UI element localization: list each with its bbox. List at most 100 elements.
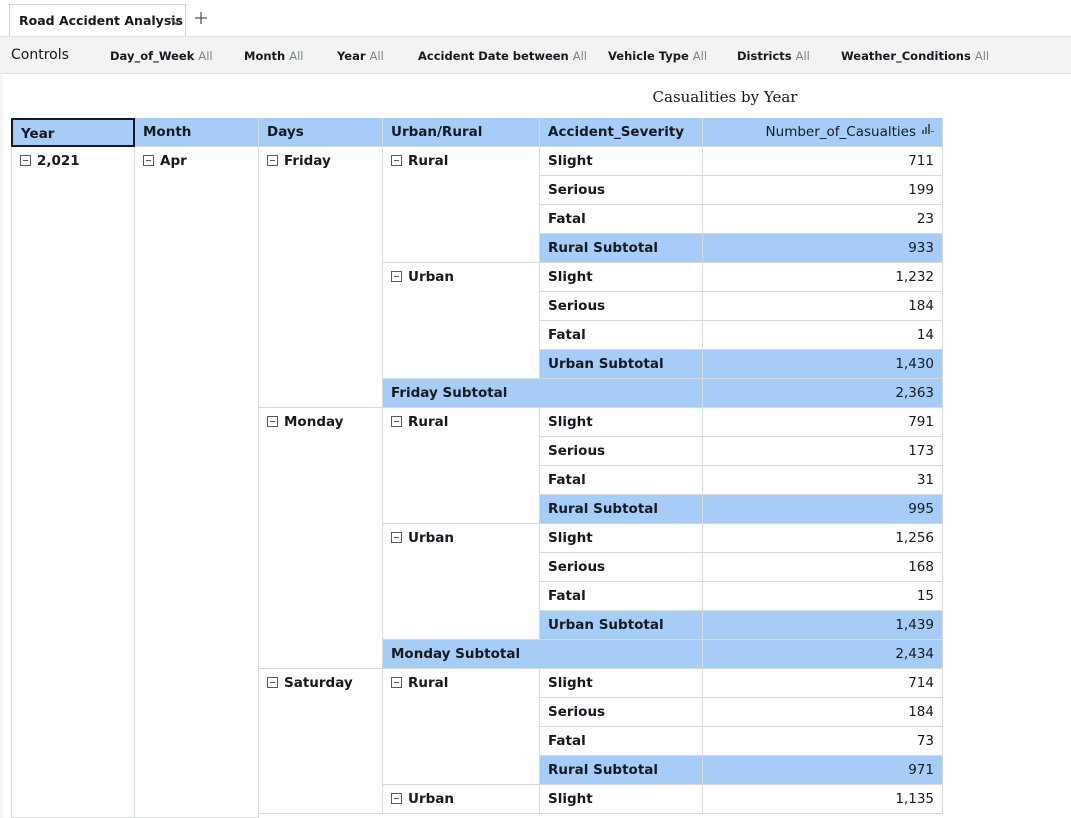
urban-rural-cell[interactable]: Rural: [383, 408, 540, 524]
collapse-icon[interactable]: [391, 416, 402, 427]
sheet-tab-bar: Road Accident Analysis: [0, 0, 1071, 36]
casualties-value-cell[interactable]: 173: [703, 437, 943, 466]
casualties-value-cell[interactable]: 15: [703, 582, 943, 611]
casualties-value-cell[interactable]: 1,256: [703, 524, 943, 553]
urban-rural-cell-text: Urban: [408, 269, 455, 285]
control-name: Districts: [737, 49, 792, 63]
month-cell[interactable]: Apr: [135, 147, 259, 818]
casualties-value-cell-text: 184: [908, 298, 934, 314]
control-name: Weather_Conditions: [841, 49, 971, 63]
collapse-icon[interactable]: [267, 677, 278, 688]
urban-rural-cell[interactable]: Urban: [383, 785, 540, 814]
collapse-icon[interactable]: [391, 793, 402, 804]
collapse-icon[interactable]: [267, 155, 278, 166]
casualties-value-cell[interactable]: 31: [703, 466, 943, 495]
severity-cell-text: Serious: [548, 704, 606, 720]
area-subtotal-label-text: Urban Subtotal: [548, 617, 664, 633]
collapse-icon[interactable]: [391, 677, 402, 688]
severity-cell[interactable]: Serious: [540, 176, 703, 205]
casualties-value-cell-text: 791: [908, 414, 934, 430]
collapse-icon[interactable]: [20, 155, 31, 166]
severity-cell[interactable]: Slight: [540, 785, 703, 814]
month-cell-text: Apr: [160, 153, 187, 169]
collapse-icon[interactable]: [267, 416, 278, 427]
control-name: Day_of_Week: [110, 49, 195, 63]
severity-cell[interactable]: Slight: [540, 263, 703, 292]
severity-cell[interactable]: Serious: [540, 553, 703, 582]
casualties-value-cell[interactable]: 23: [703, 205, 943, 234]
severity-cell[interactable]: Fatal: [540, 582, 703, 611]
area-subtotal-label: Rural Subtotal: [540, 234, 703, 263]
casualties-value-cell[interactable]: 73: [703, 727, 943, 756]
column-header-days[interactable]: Days: [259, 118, 383, 147]
severity-cell[interactable]: Slight: [540, 669, 703, 698]
severity-cell[interactable]: Fatal: [540, 466, 703, 495]
casualties-value-cell[interactable]: 184: [703, 698, 943, 727]
sort-icon[interactable]: [922, 124, 934, 134]
casualties-value-cell[interactable]: 711: [703, 147, 943, 176]
control-vehicle-type[interactable]: Vehicle Type All: [608, 49, 707, 63]
add-sheet-icon[interactable]: [193, 10, 209, 26]
casualties-value-cell[interactable]: 14: [703, 321, 943, 350]
severity-cell[interactable]: Serious: [540, 698, 703, 727]
casualties-value-cell-text: 173: [908, 443, 934, 459]
severity-cell[interactable]: Slight: [540, 408, 703, 437]
casualties-value-cell[interactable]: 184: [703, 292, 943, 321]
day-cell[interactable]: Saturday: [259, 669, 383, 814]
urban-rural-cell[interactable]: Urban: [383, 524, 540, 640]
severity-cell[interactable]: Fatal: [540, 321, 703, 350]
area-subtotal-value-text: 1,439: [895, 617, 934, 633]
column-header-month-text: Month: [143, 124, 192, 140]
severity-cell-text: Slight: [548, 530, 593, 546]
column-header-accident-severity[interactable]: Accident_Severity: [540, 118, 703, 147]
casualties-value-cell[interactable]: 714: [703, 669, 943, 698]
collapse-icon[interactable]: [143, 155, 154, 166]
casualties-value-cell[interactable]: 791: [703, 408, 943, 437]
casualties-value-cell[interactable]: 199: [703, 176, 943, 205]
day-subtotal-value: 2,434: [703, 640, 943, 669]
severity-cell[interactable]: Serious: [540, 437, 703, 466]
control-value: All: [369, 49, 384, 63]
urban-rural-cell-text: Urban: [408, 791, 455, 807]
controls-title[interactable]: Controls: [11, 47, 69, 63]
severity-cell-text: Fatal: [548, 733, 586, 749]
urban-rural-cell-text: Rural: [408, 675, 449, 691]
column-header-month[interactable]: Month: [135, 118, 259, 147]
collapse-icon[interactable]: [391, 155, 402, 166]
casualties-value-cell[interactable]: 1,232: [703, 263, 943, 292]
severity-cell[interactable]: Fatal: [540, 205, 703, 234]
control-accident-date-between[interactable]: Accident Date between All: [418, 49, 587, 63]
severity-cell[interactable]: Slight: [540, 147, 703, 176]
casualties-value-cell[interactable]: 1,135: [703, 785, 943, 814]
severity-cell[interactable]: Serious: [540, 292, 703, 321]
area-subtotal-label: Urban Subtotal: [540, 611, 703, 640]
casualties-value-cell[interactable]: 168: [703, 553, 943, 582]
day-cell[interactable]: Friday: [259, 147, 383, 408]
column-header-year[interactable]: Year: [11, 118, 135, 147]
casualties-value-cell-text: 14: [916, 327, 934, 343]
urban-rural-cell[interactable]: Urban: [383, 263, 540, 379]
urban-rural-cell[interactable]: Rural: [383, 669, 540, 785]
severity-cell[interactable]: Slight: [540, 524, 703, 553]
control-weather-conditions[interactable]: Weather_Conditions All: [841, 49, 989, 63]
control-year[interactable]: Year All: [337, 49, 384, 63]
casualties-value-cell-text: 168: [908, 559, 934, 575]
collapse-icon[interactable]: [391, 532, 402, 543]
area-subtotal-value: 971: [703, 756, 943, 785]
control-month[interactable]: Month All: [244, 49, 303, 63]
day-cell[interactable]: Monday: [259, 408, 383, 669]
column-header-number-of-casualties[interactable]: Number_of_Casualties: [703, 118, 943, 147]
chevron-down-icon[interactable]: [168, 13, 184, 29]
control-value: All: [974, 49, 990, 63]
collapse-icon[interactable]: [391, 271, 402, 282]
year-cell[interactable]: 2,021: [11, 147, 135, 818]
severity-cell[interactable]: Fatal: [540, 727, 703, 756]
column-header-urban-rural[interactable]: Urban/Rural: [383, 118, 540, 147]
urban-rural-cell[interactable]: Rural: [383, 147, 540, 263]
urban-rural-cell-text: Rural: [408, 153, 449, 169]
control-day-of-week[interactable]: Day_of_Week All: [110, 49, 213, 63]
area-subtotal-value-text: 1,430: [895, 356, 934, 372]
area-subtotal-label-text: Rural Subtotal: [548, 501, 659, 517]
sheet-tab-road-accident-analysis[interactable]: Road Accident Analysis: [9, 4, 186, 36]
control-districts[interactable]: Districts All: [737, 49, 810, 63]
